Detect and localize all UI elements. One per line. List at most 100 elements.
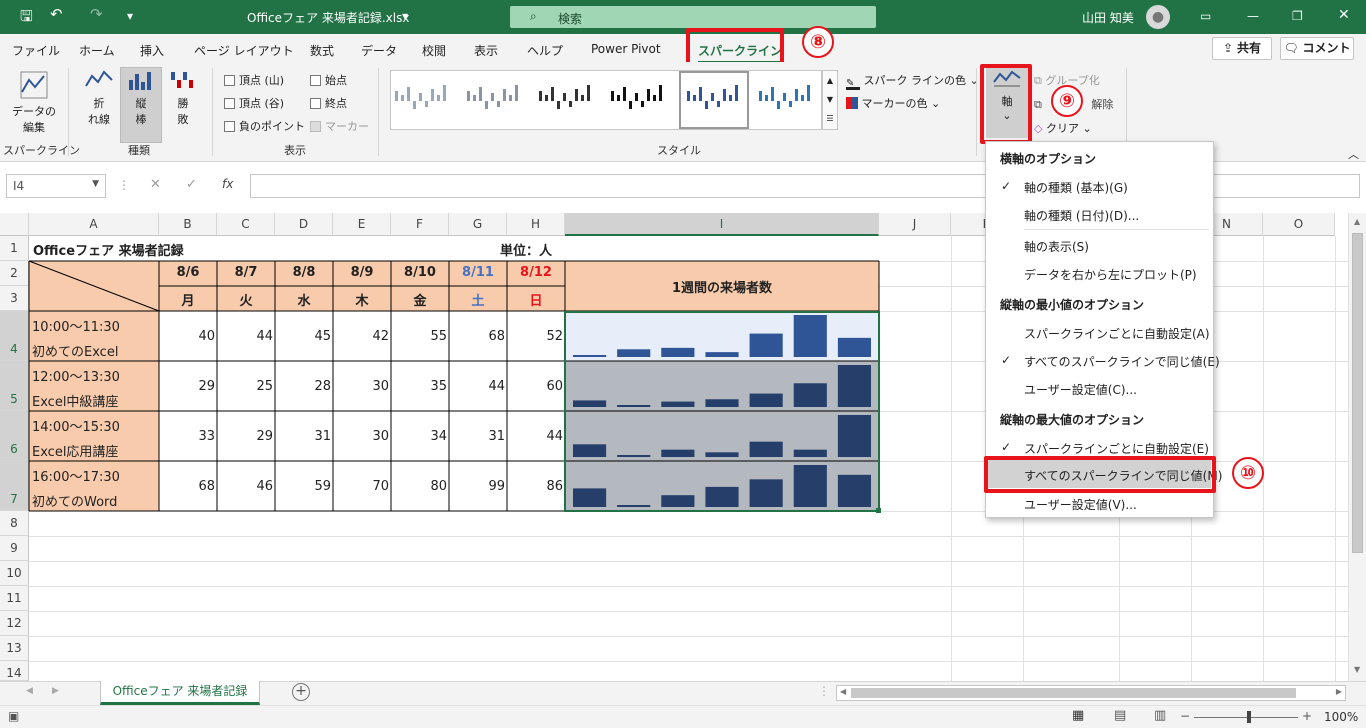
annotation-10: ⑩: [1232, 457, 1264, 489]
show-low-checkbox[interactable]: 頂点 (谷): [224, 95, 284, 111]
name-box-chevron-icon[interactable]: ▼: [92, 179, 99, 189]
weekday-cell: 水: [297, 294, 311, 309]
clear-button[interactable]: ◇ クリア ⌄: [1034, 120, 1092, 136]
edit-data-button[interactable]: データの 編集: [8, 70, 60, 140]
add-sheet-icon[interactable]: +: [292, 683, 310, 701]
tab-review[interactable]: 校閲: [422, 42, 446, 59]
vertical-scrollbar[interactable]: ▲ ▼: [1348, 213, 1366, 681]
group-label-type: 種類: [128, 144, 150, 157]
menu-item-axis-type-date[interactable]: 軸の種類 (日付)(D)...: [1024, 207, 1139, 224]
redo-icon[interactable]: ↷: [90, 5, 103, 23]
sparkline-bar: [573, 444, 607, 457]
vertical-scroll-thumb[interactable]: [1352, 233, 1363, 553]
menu-item-min-same[interactable]: すべてのスパークラインで同じ値(E): [1024, 353, 1220, 370]
axis-options-menu: 横軸のオプション ✓ 軸の種類 (基本)(G) 軸の種類 (日付)(D)... …: [985, 141, 1222, 518]
sparkline-bar: [749, 441, 783, 457]
show-first-checkbox[interactable]: 始点: [310, 72, 347, 88]
sparkline-bar: [705, 399, 739, 407]
sparkline-color-button[interactable]: ✎ スパーク ラインの色 ⌄: [846, 72, 979, 90]
value-cell: 28: [314, 379, 331, 394]
tab-power-pivot[interactable]: Power Pivot: [591, 42, 661, 56]
tab-formulas[interactable]: 数式: [310, 42, 334, 59]
collapse-ribbon-icon[interactable]: ︿: [1348, 146, 1359, 162]
macro-record-icon[interactable]: ▣: [8, 709, 19, 723]
zoom-out-icon[interactable]: −: [1180, 709, 1190, 723]
sheet-tab-active[interactable]: Officeフェア 来場者記録: [100, 681, 260, 705]
show-markers-checkbox[interactable]: マーカー: [310, 118, 369, 134]
tab-insert[interactable]: 挿入: [140, 42, 164, 59]
ribbon-display-icon[interactable]: ▭: [1200, 9, 1211, 23]
sparkline-bar: [793, 383, 827, 407]
sparkline-bar: [661, 347, 695, 357]
file-name-chevron-icon[interactable]: ▾: [402, 9, 408, 23]
tab-help[interactable]: ヘルプ: [527, 42, 563, 59]
sheet-next-icon[interactable]: ▶: [52, 686, 59, 696]
scroll-up-icon[interactable]: ▲: [1354, 217, 1360, 226]
show-last-checkbox[interactable]: 終点: [310, 95, 347, 111]
zoom-level[interactable]: 100%: [1324, 710, 1358, 724]
date-cell: 8/6: [176, 265, 200, 280]
menu-item-max-same[interactable]: すべてのスパークラインで同じ値(M): [1024, 467, 1222, 484]
marker-color-button[interactable]: マーカーの色 ⌄: [846, 95, 940, 111]
minimize-icon[interactable]: —: [1247, 9, 1259, 23]
avatar[interactable]: ●: [1146, 5, 1170, 29]
scroll-left-icon[interactable]: ◀: [840, 687, 846, 696]
close-icon[interactable]: ✕: [1338, 7, 1350, 23]
type-line-button[interactable]: 折 れ線: [80, 68, 118, 142]
value-cell: 44: [488, 379, 505, 394]
tab-page-layout[interactable]: ページ レイアウト: [194, 42, 294, 59]
undo-icon[interactable]: ↶: [50, 5, 63, 23]
scroll-right-icon[interactable]: ▶: [1336, 687, 1342, 696]
sheet-prev-icon[interactable]: ◀: [26, 686, 33, 696]
scroll-down-icon[interactable]: ▼: [1354, 665, 1360, 674]
tab-data[interactable]: データ: [361, 42, 397, 59]
zoom-slider[interactable]: [1194, 717, 1298, 718]
sparkline-bar: [749, 333, 783, 357]
show-negative-checkbox[interactable]: 負のポイント: [224, 118, 305, 134]
zoom-in-icon[interactable]: +: [1302, 709, 1312, 723]
show-high-checkbox[interactable]: 頂点 (山): [224, 72, 284, 88]
sparkline-bar: [837, 474, 871, 507]
axis-icon: [993, 70, 1021, 87]
type-column-button[interactable]: 縦 棒: [120, 67, 162, 143]
quick-access-menu-icon[interactable]: ▾: [127, 9, 133, 23]
style-gallery-thumbnails[interactable]: [391, 71, 823, 131]
sparkline-bar: [705, 486, 739, 507]
name-box[interactable]: I4 ▼: [6, 174, 106, 198]
date-cell-saturday: 8/11: [462, 265, 494, 280]
type-winloss-button[interactable]: 勝 敗: [164, 68, 202, 142]
page-break-view-icon[interactable]: ▥: [1154, 708, 1166, 723]
menu-item-axis-type-general[interactable]: 軸の種類 (基本)(G): [1024, 179, 1128, 196]
horizontal-scrollbar[interactable]: ◀ ▶: [836, 685, 1346, 701]
zoom-slider-thumb[interactable]: [1247, 711, 1251, 723]
style-gallery-scroll[interactable]: ▲ ▼ ☰: [822, 70, 838, 130]
menu-item-max-auto[interactable]: スパークラインごとに自動設定(E): [1024, 440, 1209, 457]
share-icon: ⇪: [1223, 41, 1234, 55]
tab-split-handle-icon[interactable]: ⋮: [818, 684, 830, 698]
menu-item-show-axis[interactable]: 軸の表示(S): [1024, 238, 1089, 255]
tab-home[interactable]: ホーム: [79, 42, 115, 59]
tab-sparkline[interactable]: スパークライン: [698, 42, 783, 64]
share-button[interactable]: ⇪ 共有: [1212, 37, 1272, 60]
menu-item-min-auto[interactable]: スパークラインごとに自動設定(A): [1024, 325, 1210, 342]
normal-view-icon[interactable]: ▦: [1072, 708, 1084, 723]
menu-item-plot-right-to-left[interactable]: データを右から左にプロット(P): [1024, 266, 1197, 283]
comment-button[interactable]: 🗨 コメント: [1280, 37, 1354, 60]
page-layout-view-icon[interactable]: ▤: [1114, 708, 1126, 723]
horizontal-scroll-thumb[interactable]: [851, 688, 1296, 698]
enter-icon[interactable]: ✓: [186, 177, 197, 192]
sparkline-bar: [617, 405, 651, 407]
gallery-more-icon[interactable]: ☰: [823, 109, 837, 128]
restore-icon[interactable]: ❐: [1292, 9, 1303, 23]
save-icon[interactable]: 🖫: [20, 6, 33, 31]
menu-item-max-custom[interactable]: ユーザー設定値(V)...: [1024, 496, 1137, 513]
gallery-up-icon[interactable]: ▲: [823, 71, 837, 90]
menu-item-min-custom[interactable]: ユーザー設定値(C)...: [1024, 381, 1137, 398]
insert-function-icon[interactable]: fx: [222, 177, 233, 191]
gallery-down-icon[interactable]: ▼: [823, 90, 837, 109]
search-box[interactable]: ⌕ 検索: [510, 6, 876, 28]
cancel-icon[interactable]: ✕: [150, 177, 161, 192]
axis-button[interactable]: 軸 ⌄: [986, 68, 1028, 138]
tab-file[interactable]: ファイル: [12, 42, 60, 59]
tab-view[interactable]: 表示: [474, 42, 498, 59]
